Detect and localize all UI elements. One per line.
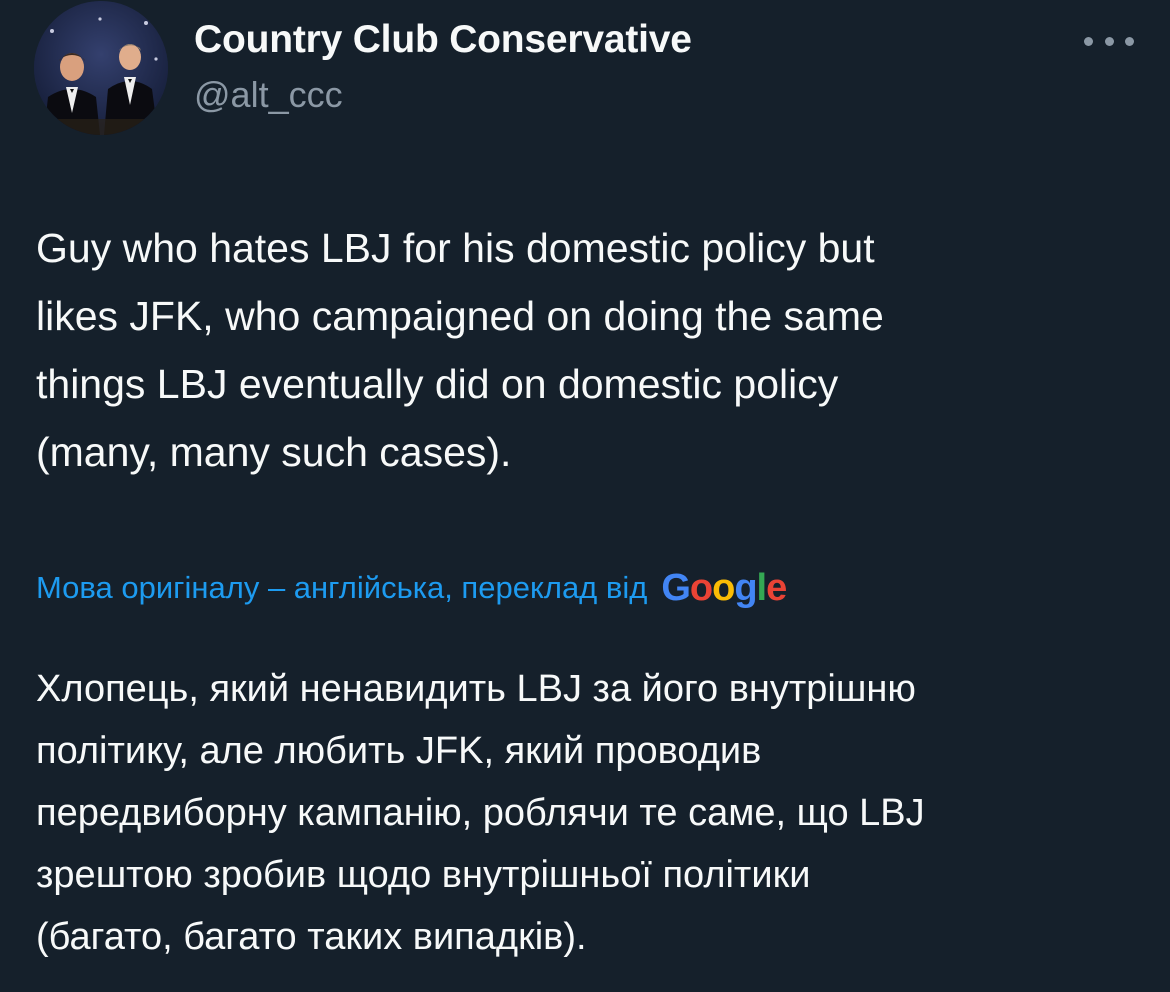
- google-logo-letter: e: [766, 566, 787, 609]
- tweet-text: Guy who hates LBJ for his domestic polic…: [36, 214, 1136, 486]
- more-dot: [1125, 36, 1134, 46]
- google-logo[interactable]: Google: [661, 566, 787, 610]
- translation-attribution: Мова оригіналу – англійська, переклад ві…: [36, 562, 787, 614]
- google-logo-letter: g: [734, 566, 757, 609]
- google-logo-letter: G: [661, 566, 691, 609]
- tweet-text-line: likes JFK, who campaigned on doing the s…: [36, 293, 884, 339]
- translation-label[interactable]: Мова оригіналу – англійська, переклад ві…: [36, 570, 647, 606]
- translated-text-line: політику, але любить JFK, який проводив: [36, 730, 762, 772]
- more-dot: [1104, 36, 1114, 46]
- more-dot: [1084, 36, 1093, 46]
- author-display-name[interactable]: Country Club Conservative: [194, 18, 692, 62]
- avatar[interactable]: [34, 1, 168, 135]
- tweet-text-line: Guy who hates LBJ for his domestic polic…: [36, 225, 875, 271]
- tweet: Country Club Conservative @alt_ccc Guy w…: [0, 0, 1170, 992]
- more-options-icon[interactable]: [1084, 26, 1134, 56]
- tweet-text-line: (many, many such cases).: [36, 429, 512, 475]
- avatar-image: [34, 1, 168, 135]
- tweet-text-line: things LBJ eventually did on domestic po…: [36, 361, 839, 407]
- translated-text-line: (багато, багато таких випадків).: [36, 916, 587, 958]
- translated-text-line: зрештою зробив щодо внутрішньої політики: [36, 854, 811, 896]
- translated-text-line: передвиборну кампанію, роблячи те саме, …: [36, 792, 925, 834]
- translated-text: Хлопець, який ненавидить LBJ за його вну…: [36, 658, 1136, 968]
- google-logo-letter: l: [756, 566, 768, 609]
- google-logo-letter: o: [712, 566, 735, 609]
- author-handle[interactable]: @alt_ccc: [194, 74, 343, 116]
- google-logo-letter: o: [689, 566, 713, 609]
- translated-text-line: Хлопець, який ненавидить LBJ за його вну…: [36, 668, 916, 710]
